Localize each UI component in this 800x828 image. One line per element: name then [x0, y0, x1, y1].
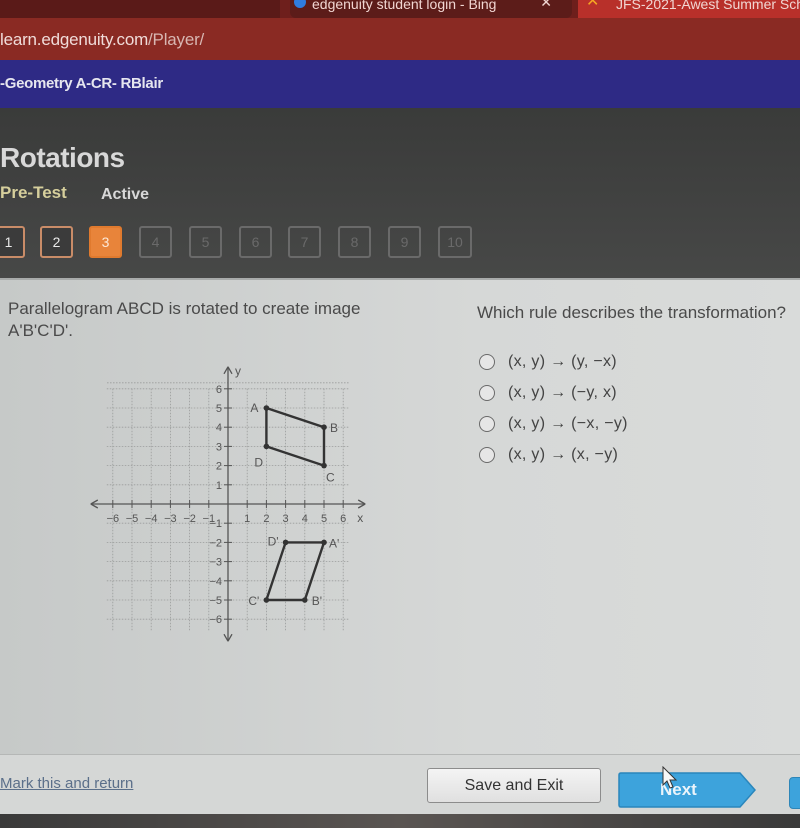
- option-label: (x, y) → (y, −x): [508, 352, 617, 370]
- parallelogram-abcd: [265, 406, 326, 468]
- x-tick-label: 3: [283, 513, 289, 525]
- vertex-point: [321, 539, 327, 546]
- url-text[interactable]: learn.edgenuity.com/Player/: [0, 30, 204, 50]
- x-tick-label: 4: [302, 513, 308, 525]
- y-tick-label: −2: [209, 537, 222, 549]
- mouse-cursor-icon: [662, 766, 678, 789]
- radio-button[interactable]: [479, 353, 495, 370]
- y-tick-label: −1: [209, 518, 222, 530]
- close-icon[interactable]: ✕: [540, 0, 552, 9]
- radio-button[interactable]: [479, 446, 495, 463]
- vertex-point: [263, 443, 270, 450]
- tab-label: JFS-2021-Awest Summer Sch: [616, 0, 800, 12]
- question-button-2[interactable]: 2: [40, 226, 73, 258]
- edgenuity-icon: ✕: [586, 0, 600, 10]
- answer-option-2[interactable]: (x, y) → (−y, x): [479, 377, 628, 408]
- next-activity-button[interactable]: [789, 777, 800, 809]
- activity-status: Active: [101, 186, 150, 203]
- vertex-label: C: [326, 471, 335, 485]
- question-button-9: 9: [388, 226, 421, 258]
- question-button-4: 4: [139, 226, 172, 258]
- radio-button[interactable]: [479, 415, 495, 432]
- question-text: Which rule describes the transformation?: [477, 303, 786, 322]
- y-tick-label: −4: [209, 576, 222, 588]
- y-tick-label: 4: [216, 422, 222, 434]
- coordinate-graph: xy−6 −5 −4 −3 −2 −1 1 2 3 4 5 6654321−1−2−3−4−5−6AB…: [90, 364, 366, 642]
- vertex-point: [263, 597, 270, 603]
- vertex-point: [263, 405, 270, 411]
- y-tick-label: −6: [209, 614, 222, 626]
- lesson-header: Rotations Pre-Test Active 1 2 3 4 5 6 7 …: [0, 108, 800, 278]
- question-button-6: 6: [239, 226, 272, 258]
- option-label: (x, y) → (−y, x): [508, 383, 617, 401]
- vertex-point: [282, 539, 289, 546]
- x-tick-label: −3: [164, 513, 177, 525]
- vertex-label: D: [254, 455, 263, 469]
- bing-icon: [294, 0, 306, 8]
- x-tick-label: 5: [321, 513, 327, 525]
- question-panel: Parallelogram ABCD is rotated to create …: [0, 278, 800, 754]
- browser-tab-active[interactable]: ✕ JFS-2021-Awest Summer Sch: [578, 0, 800, 18]
- browser-tab-bing[interactable]: edgenuity student login - Bing ✕: [290, 0, 572, 18]
- x-axis-label: x: [357, 511, 363, 525]
- x-tick-label: 6: [340, 513, 346, 525]
- question-prompt: Parallelogram ABCD is rotated to create …: [8, 299, 361, 340]
- y-tick-label: 1: [216, 480, 222, 492]
- vertex-point: [321, 424, 327, 430]
- vertex-label: B: [330, 421, 338, 435]
- y-tick-label: 6: [216, 384, 222, 396]
- question-button-1[interactable]: 1: [0, 226, 25, 258]
- question-button-8: 8: [338, 226, 371, 258]
- y-axis-label: y: [235, 364, 241, 378]
- x-tick-label: −2: [183, 513, 196, 525]
- vertex-point: [302, 597, 308, 603]
- parallelogram-image: [264, 541, 326, 602]
- browser-tab-bar: edgenuity student login - Bing ✕ ✕ JFS-2…: [0, 0, 800, 18]
- x-tick-label: 2: [263, 513, 269, 525]
- course-title: -Geometry A-CR- RBlair: [0, 75, 163, 92]
- x-tick-label: −4: [145, 513, 158, 525]
- x-tick-label: 1: [244, 513, 250, 525]
- address-bar[interactable]: learn.edgenuity.com/Player/: [0, 18, 800, 60]
- url-path: /Player/: [148, 30, 205, 49]
- vertex-label: A: [250, 401, 258, 415]
- x-tick-label: −5: [126, 513, 139, 525]
- question-button-7: 7: [288, 226, 321, 258]
- option-label: (x, y) → (−x, −y): [508, 414, 628, 432]
- mark-and-return-link[interactable]: Mark this and return: [0, 775, 133, 792]
- lesson-title: Rotations: [0, 142, 125, 173]
- radio-button[interactable]: [479, 384, 495, 401]
- x-tick-label: −6: [107, 513, 120, 525]
- answer-option-4[interactable]: (x, y) → (x, −y): [479, 439, 628, 470]
- answer-options: (x, y) → (y, −x) (x, y) → (−y, x) (x, y)…: [479, 346, 628, 470]
- y-tick-label: 2: [216, 461, 222, 473]
- course-header: -Geometry A-CR- RBlair: [0, 60, 800, 108]
- vertex-label: A': [329, 536, 339, 550]
- url-host: learn.edgenuity.com: [0, 30, 149, 49]
- browser-tab[interactable]: [0, 0, 280, 18]
- y-tick-label: −5: [209, 595, 222, 607]
- next-button[interactable]: Next: [618, 772, 756, 808]
- screen-edge: [0, 814, 800, 828]
- y-tick-label: 3: [216, 441, 222, 453]
- option-label: (x, y) → (x, −y): [508, 445, 619, 463]
- tab-label: edgenuity student login - Bing: [312, 0, 497, 12]
- save-and-exit-button[interactable]: Save and Exit: [427, 768, 601, 803]
- footer-bar: Mark this and return Save and Exit Next: [0, 754, 800, 814]
- answer-option-1[interactable]: (x, y) → (y, −x): [479, 346, 628, 377]
- vertex-label: B': [312, 594, 322, 608]
- activity-type: Pre-Test: [0, 183, 67, 202]
- answer-option-3[interactable]: (x, y) → (−x, −y): [479, 408, 628, 439]
- vertex-point: [321, 462, 327, 469]
- y-tick-label: −3: [209, 557, 222, 569]
- question-button-3[interactable]: 3: [89, 226, 122, 258]
- question-button-10: 10: [438, 226, 472, 258]
- y-tick-label: 5: [216, 403, 222, 415]
- question-button-5: 5: [189, 226, 222, 258]
- vertex-label: D': [268, 534, 279, 548]
- vertex-label: C': [248, 594, 259, 608]
